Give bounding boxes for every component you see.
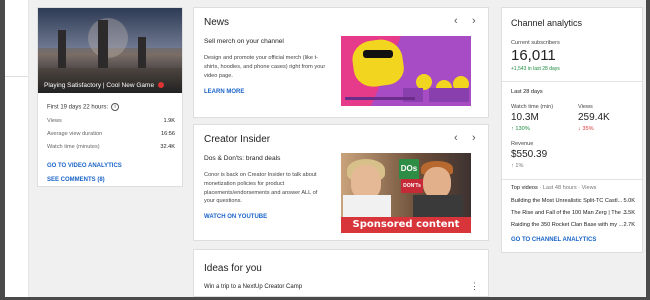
analytics-title: Channel analytics xyxy=(511,18,583,28)
views-value: 259.4K xyxy=(578,112,610,123)
ideas-title: Ideas for you xyxy=(204,263,262,274)
learn-more-link[interactable]: LEARN MORE xyxy=(204,89,244,95)
sponsored-banner: Sponsored content xyxy=(341,217,471,233)
record-icon xyxy=(157,82,164,89)
creator-title: Creator Insider xyxy=(204,134,271,145)
frame-right xyxy=(646,0,650,300)
video-title: Playing Satisfactory | Cool New Game xyxy=(44,82,164,89)
news-title: News xyxy=(204,17,230,28)
ideas-item[interactable]: Win a trip to a NextUp Creator Camp xyxy=(204,284,302,290)
prev-chevron-icon[interactable]: ‹ xyxy=(454,15,458,27)
stat-row: Views 1.9K xyxy=(47,118,175,124)
video-analytics-link[interactable]: GO TO VIDEO ANALYTICS xyxy=(47,163,122,169)
top-video-row[interactable]: Raiding the 350 Rocket Clan Base with my… xyxy=(511,222,635,228)
see-comments-link[interactable]: SEE COMMENTS (8) xyxy=(47,177,105,183)
watch-on-youtube-link[interactable]: WATCH ON YOUTUBE xyxy=(204,214,267,220)
top-video-row[interactable]: Building the Most Unrealistic Split-TC C… xyxy=(511,198,635,204)
divider xyxy=(502,179,642,180)
prev-chevron-icon[interactable]: ‹ xyxy=(454,132,458,144)
divider xyxy=(502,81,642,82)
dos-sign: DOs xyxy=(399,159,419,179)
sidebar-divider xyxy=(5,76,28,77)
video-period: First 19 days 22 hours: i xyxy=(47,103,120,111)
creator-insider-card: Creator Insider ‹ › Dos & Don'ts: brand … xyxy=(193,124,489,241)
top-video-row[interactable]: The Rise and Fall of the 100 Man Zerg | … xyxy=(511,210,635,216)
latest-video-card: Playing Satisfactory | Cool New Game Fir… xyxy=(37,7,183,187)
watch-time-delta: ↑ 130% xyxy=(511,126,530,132)
progress-bar xyxy=(345,97,415,100)
tshirt xyxy=(429,88,449,102)
subscriber-delta: +1,543 in last 28 days xyxy=(511,66,560,72)
revenue-value: $550.39 xyxy=(511,149,548,160)
next-chevron-icon[interactable]: › xyxy=(472,15,476,27)
ideas-card: Ideas for you Win a trip to a NextUp Cre… xyxy=(193,249,489,297)
channel-analytics-link[interactable]: GO TO CHANNEL ANALYTICS xyxy=(511,237,596,243)
revenue-label: Revenue xyxy=(511,141,534,147)
tshirt xyxy=(449,88,469,102)
stat-row: Watch time (minutes) 32.4K xyxy=(47,144,175,150)
watch-time-value: 10.3M xyxy=(511,112,539,123)
sunglasses xyxy=(363,50,393,58)
current-subscribers-label: Current subscribers xyxy=(511,40,560,46)
merch-image[interactable] xyxy=(341,36,471,106)
donts-sign: DON'Ts xyxy=(401,179,423,193)
sidebar xyxy=(5,0,29,297)
top-videos-header: Top videos · Last 48 hours · Views xyxy=(511,185,597,191)
views-label: Views xyxy=(578,104,593,110)
thumbnail-tower xyxy=(98,20,108,75)
video-thumbnail[interactable]: Playing Satisfactory | Cool New Game xyxy=(38,8,182,93)
thumbnail-smoke xyxy=(88,18,128,58)
person-face xyxy=(351,165,381,199)
views-delta: ↓ 35% xyxy=(578,126,594,132)
subscriber-count: 16,011 xyxy=(511,47,556,64)
more-options-icon[interactable]: ⋮ xyxy=(470,281,479,292)
stat-row: Average view duration 16:56 xyxy=(47,131,175,137)
creator-thumbnail[interactable]: DOs DON'Ts Sponsored content xyxy=(341,153,471,233)
period-label: Last 28 days xyxy=(511,89,543,95)
news-body: Design and promote your official merch (… xyxy=(204,55,326,79)
channel-analytics-card: Channel analytics Current subscribers 16… xyxy=(501,7,643,253)
info-icon[interactable]: i xyxy=(111,103,120,111)
revenue-delta: ↑ 1% xyxy=(511,163,524,169)
thumbnail-ground xyxy=(38,68,182,93)
creator-body: Conor is back on Creator Insider to talk… xyxy=(204,172,318,205)
next-chevron-icon[interactable]: › xyxy=(472,132,476,144)
news-card: News ‹ › Sell merch on your channel Desi… xyxy=(193,7,489,118)
news-subtitle: Sell merch on your channel xyxy=(204,38,284,45)
creator-subtitle: Dos & Don'ts: brand deals xyxy=(204,155,281,162)
watch-time-label: Watch time (min) xyxy=(511,104,554,110)
